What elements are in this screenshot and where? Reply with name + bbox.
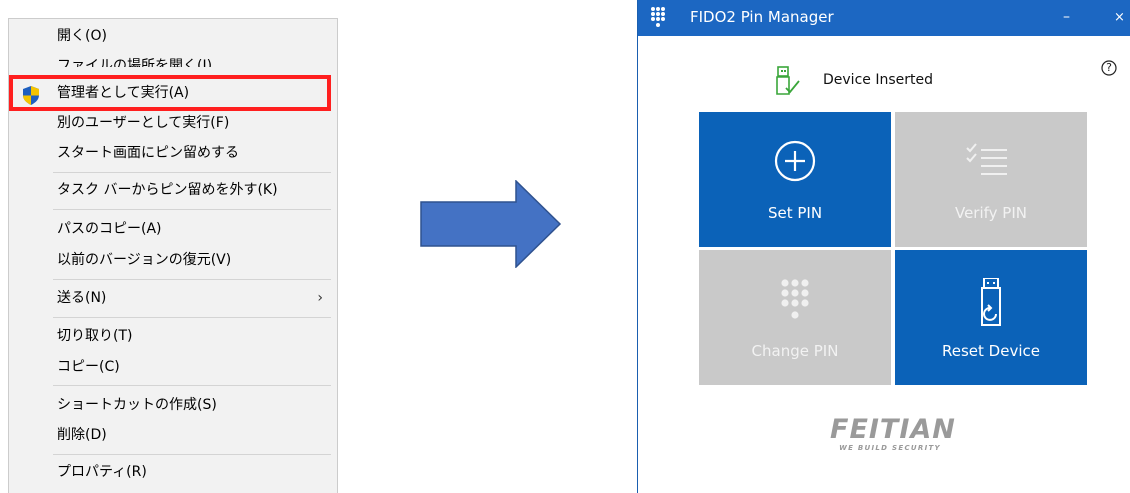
menu-item-restore-previous-versions[interactable]: 以前のバージョンの復元(V) (9, 245, 337, 275)
verify-pin-tile[interactable]: Verify PIN (895, 112, 1087, 247)
menu-item-copy[interactable]: コピー(C) (9, 352, 337, 382)
usb-key-inserted-icon (776, 66, 800, 95)
tile-label: Reset Device (942, 342, 1040, 360)
chevron-right-icon: › (317, 290, 323, 306)
keypad-icon (781, 279, 809, 319)
feitian-logo: FEITIAN WE BUILD SECURITY (830, 414, 956, 453)
menu-separator (53, 454, 331, 455)
plus-circle-icon (774, 140, 816, 182)
menu-item-label: 別のユーザーとして実行(F) (57, 115, 230, 131)
context-menu: 開く(O) ファイルの場所を開く(I) 管理者として実行(A) 別のユーザーとし… (8, 18, 338, 493)
menu-separator (53, 385, 331, 386)
menu-item-label: ショートカットの作成(S) (57, 397, 217, 413)
menu-item-cut[interactable]: 切り取り(T) (9, 321, 337, 351)
tile-label: Change PIN (751, 342, 839, 360)
menu-separator (53, 317, 331, 318)
menu-item-properties[interactable]: プロパティ(R) (9, 457, 337, 487)
highlight-box (9, 75, 331, 111)
menu-item-label: コピー(C) (57, 359, 120, 375)
fido2-pin-manager-window: FIDO2 Pin Manager – × ? Device Inserted … (637, 0, 1130, 493)
menu-item-open-file-location[interactable]: ファイルの場所を開く(I) (9, 51, 337, 67)
logo-tagline: WE BUILD SECURITY (839, 444, 941, 452)
checklist-icon (966, 143, 1007, 175)
close-button[interactable]: × (1114, 0, 1125, 36)
keypad-app-icon (651, 7, 665, 27)
menu-item-label: パスのコピー(A) (57, 221, 162, 237)
menu-item-delete[interactable]: 削除(D) (9, 420, 337, 450)
logo-wordmark: FEITIAN (830, 414, 956, 445)
menu-item-run-as-different-user[interactable]: 別のユーザーとして実行(F) (9, 108, 337, 138)
menu-separator (53, 279, 331, 280)
menu-item-label: 切り取り(T) (57, 328, 133, 344)
menu-item-label: スタート画面にピン留めする (57, 145, 239, 161)
help-glyph: ? (1106, 61, 1112, 74)
title-bar: FIDO2 Pin Manager – × (638, 0, 1130, 36)
tile-label: Set PIN (767, 204, 823, 222)
change-pin-tile[interactable]: Change PIN (699, 250, 891, 385)
usb-reset-icon (981, 278, 1001, 326)
minimize-button[interactable]: – (1063, 0, 1070, 34)
menu-item-unpin-from-taskbar[interactable]: タスク バーからピン留めを外す(K) (9, 175, 337, 205)
window-title: FIDO2 Pin Manager (690, 8, 834, 26)
menu-item-label: タスク バーからピン留めを外す(K) (57, 182, 278, 198)
menu-item-label: 以前のバージョンの復元(V) (57, 252, 232, 268)
device-status-text: Device Inserted (823, 72, 933, 88)
reset-device-tile[interactable]: Reset Device (895, 250, 1087, 385)
menu-separator (53, 172, 331, 173)
tile-label: Verify PIN (954, 204, 1027, 222)
set-pin-tile[interactable]: Set PIN (699, 112, 891, 247)
menu-item-label: 開く(O) (57, 28, 107, 44)
menu-item-create-shortcut[interactable]: ショートカットの作成(S) (9, 390, 337, 420)
menu-item-pin-to-start[interactable]: スタート画面にピン留めする (9, 138, 337, 168)
menu-separator (53, 209, 331, 210)
help-button[interactable]: ? (1101, 60, 1117, 80)
menu-item-label: ファイルの場所を開く(I) (57, 58, 213, 67)
menu-item-label: 削除(D) (57, 427, 107, 443)
menu-item-open[interactable]: 開く(O) (9, 21, 337, 51)
menu-item-label: プロパティ(R) (57, 464, 147, 480)
right-arrow-icon (420, 180, 562, 268)
menu-item-copy-path[interactable]: パスのコピー(A) (9, 214, 337, 244)
menu-item-label: 送る(N) (57, 290, 107, 306)
menu-item-send-to[interactable]: 送る(N) › (9, 283, 337, 313)
